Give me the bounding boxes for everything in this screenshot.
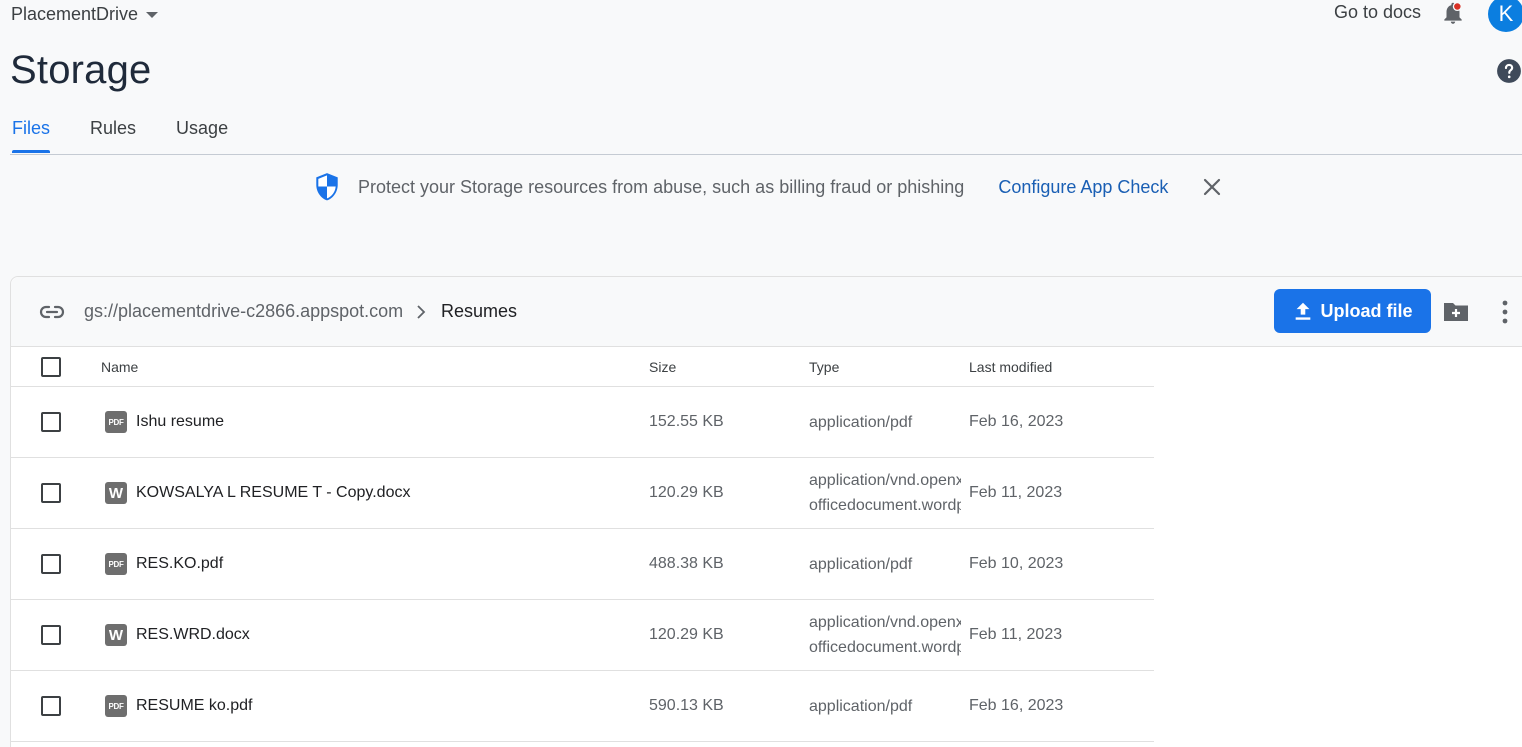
file-name[interactable]: RES.WRD.docx (136, 626, 250, 644)
file-modified: Feb 16, 2023 (969, 413, 1064, 430)
link-icon[interactable] (39, 300, 65, 324)
table-row[interactable]: W KOWSALYA L RESUME T - Copy.docx 120.29… (11, 458, 1154, 529)
file-type-cont: officedocument.wordprocessingml.document (809, 639, 961, 656)
project-switcher[interactable]: PlacementDrive (11, 2, 159, 26)
column-size[interactable]: Size (649, 347, 676, 386)
tabs-divider (10, 154, 1522, 155)
table-row[interactable]: W RES.WRD.docx 120.29 KB application/vnd… (11, 600, 1154, 671)
tab-bar: Files Rules Usage (12, 118, 268, 153)
files-toolbar: gs://placementdrive-c2866.appspot.com Re… (11, 277, 1522, 347)
files-card: gs://placementdrive-c2866.appspot.com Re… (10, 276, 1522, 747)
file-modified: Feb 16, 2023 (969, 697, 1064, 714)
column-type[interactable]: Type (809, 347, 961, 386)
create-folder-icon[interactable] (1442, 299, 1470, 323)
file-name[interactable]: Ishu resume (136, 413, 224, 431)
select-all-checkbox[interactable] (41, 356, 61, 377)
notification-bell-icon[interactable] (1440, 0, 1466, 26)
row-checkbox[interactable] (41, 625, 61, 645)
page-title: Storage (10, 48, 152, 92)
word-file-icon: W (105, 482, 127, 504)
file-size: 488.38 KB (649, 555, 724, 572)
pdf-file-icon: PDF (105, 553, 127, 575)
files-table: Name Size Type Last modified PDF Ishu re… (11, 347, 1154, 742)
tab-usage[interactable]: Usage (176, 118, 228, 153)
caret-down-icon (146, 12, 159, 18)
file-name[interactable]: RES.KO.pdf (136, 555, 223, 573)
table-row[interactable]: PDF RES.KO.pdf 488.38 KB application/pdf… (11, 529, 1154, 600)
file-type: application/pdf (809, 697, 913, 715)
bucket-path[interactable]: gs://placementdrive-c2866.appspot.com (84, 301, 403, 322)
go-to-docs-link[interactable]: Go to docs (1334, 2, 1421, 23)
row-checkbox[interactable] (41, 696, 61, 716)
table-header: Name Size Type Last modified (11, 347, 1154, 387)
file-size: 120.29 KB (649, 626, 724, 643)
pdf-file-icon: PDF (105, 411, 127, 433)
row-checkbox[interactable] (41, 483, 61, 503)
upload-file-label: Upload file (1320, 300, 1413, 321)
file-modified: Feb 11, 2023 (969, 484, 1063, 501)
storage-console: PlacementDrive Go to docs K Storage File… (0, 0, 1522, 747)
file-name[interactable]: RESUME ko.pdf (136, 697, 252, 715)
column-name[interactable]: Name (101, 347, 138, 386)
column-last-modified[interactable]: Last modified (969, 347, 1052, 386)
table-row[interactable]: PDF Ishu resume 152.55 KB application/pd… (11, 387, 1154, 458)
file-type: application/pdf (809, 555, 913, 573)
configure-app-check-link[interactable]: Configure App Check (998, 177, 1168, 198)
file-modified: Feb 11, 2023 (969, 626, 1063, 643)
upload-icon (1296, 302, 1311, 320)
file-type: application/vnd.openxmlformats- (809, 614, 961, 631)
more-vert-icon[interactable] (1499, 299, 1511, 325)
table-row[interactable]: PDF RESUME ko.pdf 590.13 KB application/… (11, 671, 1154, 742)
banner-message: Protect your Storage resources from abus… (358, 176, 965, 197)
row-checkbox[interactable] (41, 412, 61, 432)
file-size: 120.29 KB (649, 484, 724, 501)
project-name: PlacementDrive (11, 3, 139, 24)
pdf-file-icon: PDF (105, 695, 127, 717)
file-name[interactable]: KOWSALYA L RESUME T - Copy.docx (136, 484, 410, 502)
word-file-icon: W (105, 624, 127, 646)
file-size: 152.55 KB (649, 413, 724, 430)
file-modified: Feb 10, 2023 (969, 555, 1064, 572)
app-check-banner: Protect your Storage resources from abus… (314, 172, 1224, 202)
close-icon[interactable] (1200, 175, 1224, 199)
file-type: application/vnd.openxmlformats- (809, 472, 961, 489)
user-avatar[interactable]: K (1488, 0, 1522, 32)
file-size: 590.13 KB (649, 697, 724, 714)
chevron-right-icon (417, 305, 426, 319)
upload-file-button[interactable]: Upload file (1274, 289, 1431, 333)
tab-files[interactable]: Files (12, 118, 51, 153)
help-icon[interactable] (1496, 58, 1522, 84)
breadcrumb-current-folder: Resumes (441, 301, 518, 321)
file-type: application/pdf (809, 413, 913, 431)
row-checkbox[interactable] (41, 554, 61, 574)
file-type-cont: officedocument.wordprocessingml.document (809, 497, 961, 514)
shield-icon (316, 173, 338, 201)
tab-rules[interactable]: Rules (90, 118, 136, 153)
